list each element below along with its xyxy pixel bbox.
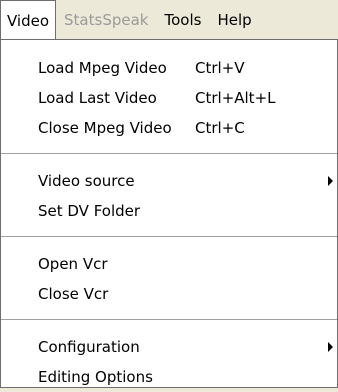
menu-item-open-vcr[interactable]: Open Vcr	[1, 249, 337, 279]
menu-statsspeak[interactable]: StatsSpeak	[56, 0, 156, 40]
menu-separator	[1, 319, 337, 320]
menu-bar: Video StatsSpeak Tools Help	[0, 0, 338, 40]
menu-item-label: Video source	[38, 172, 135, 190]
menu-item-load-mpeg-video[interactable]: Load Mpeg Video Ctrl+V	[1, 53, 337, 83]
menu-tools-label: Tools	[164, 11, 202, 29]
menu-item-set-dv-folder[interactable]: Set DV Folder	[1, 196, 337, 226]
menu-item-editing-options[interactable]: Editing Options	[1, 362, 337, 392]
menu-video[interactable]: Video	[0, 0, 57, 40]
menu-item-label: Load Mpeg Video	[38, 59, 167, 77]
menu-item-shortcut: Ctrl+C	[195, 119, 245, 137]
menu-separator	[1, 236, 337, 237]
menu-item-label: Close Vcr	[38, 285, 109, 303]
menu-item-label: Editing Options	[38, 368, 153, 386]
menu-item-label: Load Last Video	[38, 89, 157, 107]
menu-help-label: Help	[217, 11, 252, 29]
menu-item-label: Set DV Folder	[38, 202, 141, 220]
menu-item-close-mpeg-video[interactable]: Close Mpeg Video Ctrl+C	[1, 113, 337, 143]
menu-help[interactable]: Help	[209, 0, 259, 40]
menu-item-shortcut: Ctrl+Alt+L	[195, 89, 276, 107]
menu-statsspeak-label: StatsSpeak	[64, 11, 149, 29]
menu-item-configuration[interactable]: Configuration	[1, 332, 337, 362]
menu-item-label: Close Mpeg Video	[38, 119, 172, 137]
menu-item-load-last-video[interactable]: Load Last Video Ctrl+Alt+L	[1, 83, 337, 113]
menu-item-shortcut: Ctrl+V	[195, 59, 245, 77]
menu-item-label: Configuration	[38, 338, 140, 356]
menu-item-video-source[interactable]: Video source	[1, 166, 337, 196]
menu-tools[interactable]: Tools	[156, 0, 209, 40]
menu-separator	[1, 153, 337, 154]
submenu-arrow-icon	[328, 342, 333, 352]
menu-video-label: Video	[7, 11, 50, 30]
menu-item-label: Open Vcr	[38, 255, 108, 273]
video-dropdown-menu: Load Mpeg Video Ctrl+V Load Last Video C…	[0, 39, 338, 388]
menu-item-close-vcr[interactable]: Close Vcr	[1, 279, 337, 309]
submenu-arrow-icon	[328, 176, 333, 186]
